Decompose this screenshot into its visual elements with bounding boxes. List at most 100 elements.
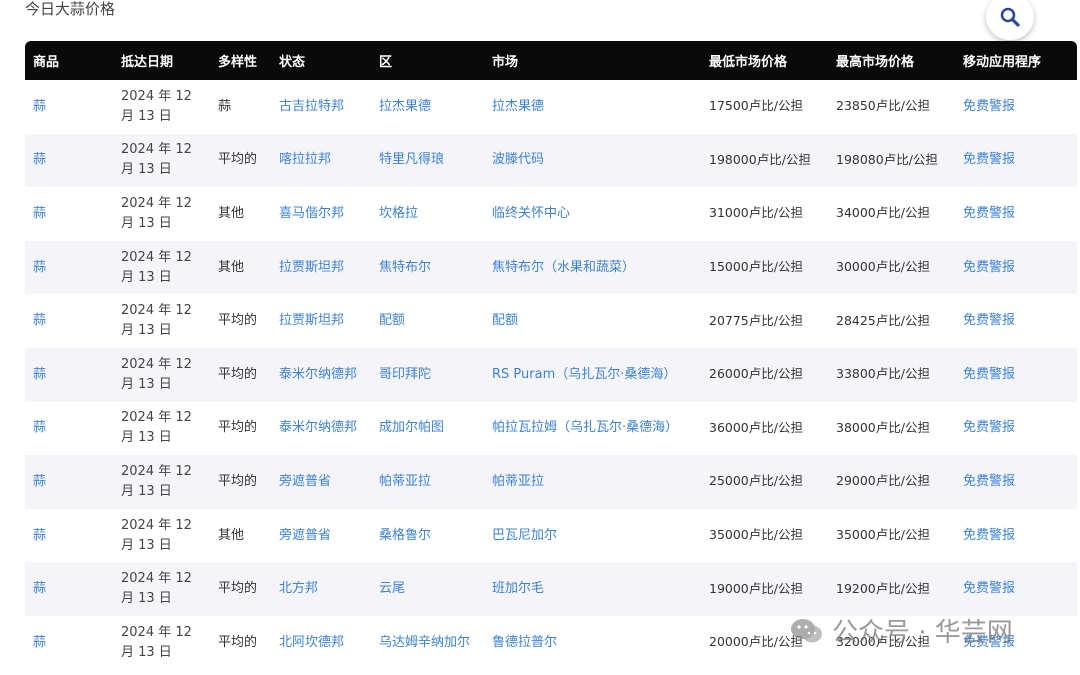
state-link[interactable]: 旁遮普省 (279, 474, 331, 489)
market-link[interactable]: 波滕代码 (492, 152, 544, 167)
market-link[interactable]: RS Puram（乌扎瓦尔·桑德海） (492, 367, 676, 382)
district-link[interactable]: 配额 (379, 313, 405, 328)
table-cell: 29000卢比/公担 (828, 455, 955, 509)
table-row: 蒜 2024 年 12 月 13 日 平均的 北方邦 云尾 班加尔毛 19000卢比/公担 1… (25, 562, 1077, 616)
table-cell: 17500卢比/公担 (701, 80, 828, 134)
table-row: 蒜 2024 年 12 月 13 日 平均的 喀拉拉邦 特里凡得琅 波滕代码 198000卢… (25, 133, 1077, 188)
market-link[interactable]: 帕拉瓦拉姆（乌扎瓦尔·桑德海） (492, 420, 678, 435)
table-cell: 36000卢比/公担 (701, 402, 828, 456)
table-cell: 哥印拜陀 (371, 348, 484, 402)
district-link[interactable]: 拉杰果德 (379, 99, 431, 114)
free-alert-link[interactable]: 免费警报 (963, 206, 1015, 221)
free-alert-link[interactable]: 免费警报 (963, 152, 1015, 167)
commodity-link[interactable]: 蒜 (33, 206, 46, 221)
free-alert-link[interactable]: 免费警报 (963, 581, 1015, 596)
district-link[interactable]: 特里凡得琅 (379, 152, 444, 167)
state-link[interactable]: 北方邦 (279, 581, 318, 596)
table-cell: 泰米尔纳德邦 (271, 348, 371, 402)
free-alert-link[interactable]: 免费警报 (963, 635, 1015, 650)
table-cell: 蒜 (25, 348, 113, 402)
table-cell: 云尾 (371, 562, 484, 616)
table-cell: 特里凡得琅 (371, 134, 484, 188)
district-link[interactable]: 焦特布尔 (379, 260, 431, 275)
state-link[interactable]: 旁遮普省 (279, 528, 331, 543)
market-link[interactable]: 拉杰果德 (492, 99, 544, 114)
table-cell: 免费警报 (955, 241, 1077, 295)
district-link[interactable]: 成加尔帕图 (379, 420, 444, 435)
state-link[interactable]: 拉贾斯坦邦 (279, 260, 344, 275)
state-link[interactable]: 泰米尔纳德邦 (279, 420, 357, 435)
table-cell: 免费警报 (955, 187, 1077, 241)
search-button[interactable] (986, 0, 1034, 40)
free-alert-link[interactable]: 免费警报 (963, 313, 1015, 328)
commodity-link[interactable]: 蒜 (33, 260, 46, 275)
table-cell: 2024 年 12 月 13 日 (113, 134, 210, 188)
arrival-date: 2024 年 12 月 13 日 (121, 88, 192, 124)
table-cell: 其他 (210, 509, 271, 563)
district-link[interactable]: 坎格拉 (379, 206, 418, 221)
table-cell: 2024 年 12 月 13 日 (113, 294, 210, 348)
market-link[interactable]: 临终关怀中心 (492, 206, 570, 221)
commodity-link[interactable]: 蒜 (33, 635, 46, 650)
free-alert-link[interactable]: 免费警报 (963, 528, 1015, 543)
table-cell: 其他 (210, 241, 271, 295)
district-link[interactable]: 云尾 (379, 581, 405, 596)
table-cell: 焦特布尔 (371, 241, 484, 295)
arrival-date: 2024 年 12 月 13 日 (121, 410, 192, 446)
commodity-link[interactable]: 蒜 (33, 99, 46, 114)
table-cell: 配额 (484, 294, 701, 348)
table-cell: 23850卢比/公担 (828, 80, 955, 134)
free-alert-link[interactable]: 免费警报 (963, 367, 1015, 382)
table-cell: 2024 年 12 月 13 日 (113, 80, 210, 134)
table-cell: 泰米尔纳德邦 (271, 402, 371, 456)
table-cell: 2024 年 12 月 13 日 (113, 616, 210, 670)
market-link[interactable]: 班加尔毛 (492, 581, 544, 596)
state-link[interactable]: 古吉拉特邦 (279, 99, 344, 114)
state-link[interactable]: 拉贾斯坦邦 (279, 313, 344, 328)
table-cell: 38000卢比/公担 (828, 402, 955, 456)
page-title: 今日大蒜价格 (25, 0, 116, 18)
arrival-date: 2024 年 12 月 13 日 (121, 571, 192, 607)
commodity-link[interactable]: 蒜 (33, 152, 46, 167)
commodity-link[interactable]: 蒜 (33, 528, 46, 543)
commodity-link[interactable]: 蒜 (33, 420, 46, 435)
arrival-date: 2024 年 12 月 13 日 (121, 517, 192, 553)
column-header: 市场 (492, 55, 519, 70)
table-cell: 平均的 (210, 134, 271, 188)
table-cell: 平均的 (210, 455, 271, 509)
table-cell: 2024 年 12 月 13 日 (113, 455, 210, 509)
table-row: 蒜 2024 年 12 月 13 日 平均的 北阿坎德邦 乌达姆辛纳加尔 鲁德拉普尔 200… (25, 616, 1077, 670)
market-link[interactable]: 鲁德拉普尔 (492, 635, 557, 650)
market-link[interactable]: 焦特布尔（水果和蔬菜） (492, 260, 635, 275)
market-link[interactable]: 帕蒂亚拉 (492, 474, 544, 489)
variety: 其他 (218, 527, 245, 543)
table-cell: 19200卢比/公担 (828, 562, 955, 616)
variety: 其他 (218, 205, 245, 221)
commodity-link[interactable]: 蒜 (33, 313, 46, 328)
district-link[interactable]: 帕蒂亚拉 (379, 474, 431, 489)
market-link[interactable]: 配额 (492, 313, 518, 328)
table-cell: 北方邦 (271, 562, 371, 616)
table-cell: 焦特布尔（水果和蔬菜） (484, 241, 701, 295)
table-cell: 25000卢比/公担 (701, 455, 828, 509)
market-link[interactable]: 巴瓦尼加尔 (492, 528, 557, 543)
free-alert-link[interactable]: 免费警报 (963, 420, 1015, 435)
free-alert-link[interactable]: 免费警报 (963, 474, 1015, 489)
table-body: 蒜 2024 年 12 月 13 日蒜古吉拉特邦 拉杰果德 拉杰果德 17500卢比/公… (25, 80, 1077, 670)
variety: 平均的 (218, 366, 258, 382)
min-price: 19000卢比/公担 (709, 580, 803, 596)
state-link[interactable]: 喀拉拉邦 (279, 152, 331, 167)
table-cell: 免费警报 (955, 348, 1077, 402)
state-link[interactable]: 北阿坎德邦 (279, 635, 344, 650)
commodity-link[interactable]: 蒜 (33, 581, 46, 596)
district-link[interactable]: 桑格鲁尔 (379, 528, 431, 543)
free-alert-link[interactable]: 免费警报 (963, 260, 1015, 275)
table-cell: 蒜 (25, 402, 113, 456)
commodity-link[interactable]: 蒜 (33, 474, 46, 489)
district-link[interactable]: 哥印拜陀 (379, 367, 431, 382)
district-link[interactable]: 乌达姆辛纳加尔 (379, 635, 470, 650)
commodity-link[interactable]: 蒜 (33, 367, 46, 382)
free-alert-link[interactable]: 免费警报 (963, 99, 1015, 114)
state-link[interactable]: 喜马偕尔邦 (279, 206, 344, 221)
state-link[interactable]: 泰米尔纳德邦 (279, 367, 357, 382)
